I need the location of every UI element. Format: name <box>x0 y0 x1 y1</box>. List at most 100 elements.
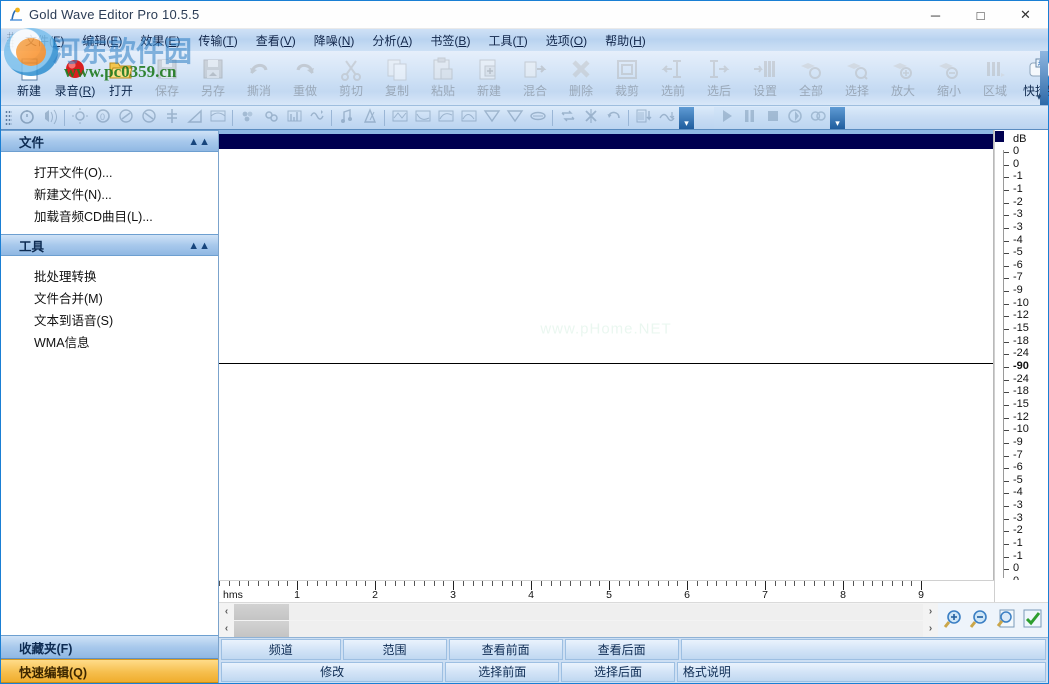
toolbar-undo[interactable]: 撕消 <box>236 51 282 105</box>
selection-bar[interactable] <box>219 134 993 149</box>
small-silence[interactable]: 0 <box>91 107 114 129</box>
scroll-right-arrow-icon[interactable]: › <box>923 621 938 637</box>
menu-effects[interactable]: 效果(E) <box>131 30 189 51</box>
small-reverse[interactable] <box>602 107 625 129</box>
menu-help[interactable]: 帮助(H) <box>596 30 655 51</box>
minimize-button[interactable]: ─ <box>913 1 958 29</box>
waveform-canvas[interactable]: www.pHome.NET <box>219 149 993 577</box>
small-swap-channels[interactable] <box>556 107 579 129</box>
toolbar-select-to-start[interactable]: 选前 <box>650 51 696 105</box>
menu-analyze[interactable]: 分析(A) <box>363 30 421 51</box>
sidebar-batch-convert[interactable]: 批处理转换 <box>1 264 218 286</box>
toolbar-select-to-end[interactable]: 选后 <box>696 51 742 105</box>
toolbar-redo[interactable]: 重做 <box>282 51 328 105</box>
toolbar-overflow-button[interactable]: ▾ <box>1032 87 1046 103</box>
menu-edit[interactable]: 编辑(E) <box>73 30 131 51</box>
small-resample[interactable] <box>655 107 678 129</box>
sidebar-open-file[interactable]: 打开文件(O)... <box>1 160 218 182</box>
toolbar-open[interactable]: 打开 <box>98 51 144 105</box>
media-stop[interactable] <box>760 107 783 129</box>
small-smooth[interactable] <box>526 107 549 129</box>
menu-view[interactable]: 查看(V) <box>247 30 305 51</box>
small-ramp[interactable] <box>183 107 206 129</box>
small-fade[interactable] <box>68 107 91 129</box>
toolbar-zoom-in[interactable]: 放大 <box>880 51 926 105</box>
close-button[interactable]: ✕ <box>1003 1 1048 29</box>
sidebar-text-to-speech[interactable]: 文本到语音(S) <box>1 308 218 330</box>
sidebar-load-cd-track[interactable]: 加载音频CD曲目(L)... <box>1 204 218 226</box>
toolbar-copy[interactable]: 复制 <box>374 51 420 105</box>
effects-toolbar-overflow-button[interactable]: ▾ <box>679 107 694 129</box>
media-loop[interactable] <box>806 107 829 129</box>
small-flanger[interactable] <box>305 107 328 129</box>
small-hiss[interactable] <box>503 107 526 129</box>
small-band-filter[interactable] <box>388 107 411 129</box>
small-highpass[interactable] <box>434 107 457 129</box>
scroll-track[interactable] <box>234 604 923 620</box>
small-tempo[interactable] <box>358 107 381 129</box>
scroll-track[interactable] <box>234 621 923 637</box>
scroll-thumb[interactable] <box>234 621 289 637</box>
menu-bookmark[interactable]: 书签(B) <box>421 30 479 51</box>
menu-options[interactable]: 选项(O) <box>537 30 596 51</box>
media-play[interactable] <box>714 107 737 129</box>
small-pitch[interactable] <box>335 107 358 129</box>
small-fade-out[interactable] <box>137 107 160 129</box>
small-lowpass[interactable] <box>411 107 434 129</box>
sidebar-favorites[interactable]: 收藏夹(F) <box>1 635 218 659</box>
apply-button[interactable] <box>1020 608 1044 632</box>
toolbar-record[interactable]: 录音(R) <box>52 51 98 105</box>
toolbar-trim[interactable]: 裁剪 <box>604 51 650 105</box>
sidebar-section-file[interactable]: 文件▲▲ <box>1 130 218 152</box>
chevron-up-icon[interactable]: ▲▲ <box>188 235 210 257</box>
small-echo[interactable] <box>236 107 259 129</box>
zoom-in-button[interactable] <box>942 608 966 632</box>
toolbar-zoom-out[interactable]: 缩小 <box>926 51 972 105</box>
sidebar-quick-edit[interactable]: 快速编辑(Q) <box>1 659 218 683</box>
small-chorus[interactable] <box>259 107 282 129</box>
small-normalize[interactable] <box>160 107 183 129</box>
effects-toolbar-grip-icon[interactable] <box>5 110 12 126</box>
toolbar-region[interactable]: 区域 <box>972 51 1018 105</box>
chevron-up-icon[interactable]: ▲▲ <box>188 131 210 153</box>
menu-noise-reduction[interactable]: 降噪(N) <box>305 30 364 51</box>
menu-transport[interactable]: 传输(T) <box>189 30 246 51</box>
zoom-out-button[interactable] <box>968 608 992 632</box>
horizontal-scrollbar-top[interactable]: ‹› <box>219 603 938 620</box>
scroll-right-arrow-icon[interactable]: › <box>923 604 938 620</box>
toolbar-save-as[interactable]: 另存 <box>190 51 236 105</box>
small-downmix[interactable] <box>632 107 655 129</box>
toolbar-paste[interactable]: 粘贴 <box>420 51 466 105</box>
toolbar-set[interactable]: 设置 <box>742 51 788 105</box>
sidebar-merge-files[interactable]: 文件合并(M) <box>1 286 218 308</box>
toolbar-save[interactable]: 保存 <box>144 51 190 105</box>
small-fade-in[interactable] <box>114 107 137 129</box>
waveform-panel[interactable]: www.pHome.NET <box>219 130 994 580</box>
sidebar-wma-info[interactable]: WMA信息 <box>1 330 218 352</box>
small-timer[interactable] <box>15 107 38 129</box>
media-play-selection[interactable] <box>783 107 806 129</box>
toolbar-mix[interactable]: 混合 <box>512 51 558 105</box>
horizontal-scrollbar-bottom[interactable]: ‹› <box>219 620 938 637</box>
scroll-left-arrow-icon[interactable]: ‹ <box>219 604 234 620</box>
small-equalizer[interactable] <box>282 107 305 129</box>
media-toolbar-overflow-button[interactable]: ▾ <box>830 107 845 129</box>
zoom-fit-button[interactable] <box>994 608 1018 632</box>
small-notch[interactable] <box>480 107 503 129</box>
menu-grip-icon[interactable] <box>7 32 14 48</box>
menu-tools[interactable]: 工具(T) <box>479 30 536 51</box>
time-ruler[interactable]: hms 123456789 <box>219 580 994 602</box>
maximize-button[interactable]: □ <box>958 1 1003 29</box>
scroll-left-arrow-icon[interactable]: ‹ <box>219 621 234 637</box>
menu-file[interactable]: 文件(F) <box>16 30 73 51</box>
small-invert[interactable] <box>206 107 229 129</box>
toolbar-zoom-all[interactable]: 全部 <box>788 51 834 105</box>
small-remove-vocal[interactable] <box>579 107 602 129</box>
toolbar-delete[interactable]: 删除 <box>558 51 604 105</box>
small-bandpass[interactable] <box>457 107 480 129</box>
toolbar-paste-new[interactable]: 新建 <box>466 51 512 105</box>
toolbar-cut[interactable]: 剪切 <box>328 51 374 105</box>
scroll-thumb[interactable] <box>234 604 289 620</box>
media-pause[interactable] <box>737 107 760 129</box>
toolbar-new[interactable]: 新建 <box>6 51 52 105</box>
